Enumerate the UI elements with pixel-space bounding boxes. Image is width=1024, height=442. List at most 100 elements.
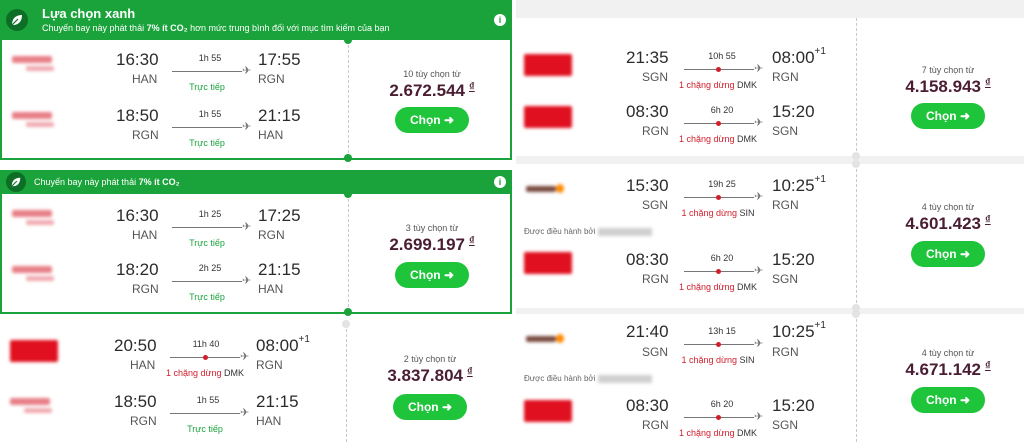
select-button-label: Chọn <box>409 268 441 282</box>
arrival-time: 17:25 <box>258 206 301 225</box>
arrival-time: 10:25+1 <box>772 320 826 342</box>
flight-card: 15:30 SGN 19h 25 ✈ 1 chặng dừng SIN 10:2… <box>516 160 1024 312</box>
select-button-label: Chọn <box>407 400 439 414</box>
options-count: 3 tùy chọn từ <box>405 223 459 233</box>
stops-info: Trực tiếp <box>189 292 225 302</box>
currency-symbol: ₫ <box>984 214 991 226</box>
stop-airport: SIN <box>739 355 755 365</box>
card-notch <box>852 310 860 318</box>
arrival-airport: SGN <box>772 418 799 432</box>
stops-count: 1 chặng dừng <box>678 80 735 90</box>
operator-name-blurred <box>598 227 653 236</box>
stops-info: 1 chặng dừng DMK <box>668 80 768 90</box>
select-button-label: Chọn <box>925 393 957 407</box>
next-day-marker: +1 <box>814 320 826 331</box>
airline-logo <box>524 400 572 422</box>
stops-info: 1 chặng dừng DMK <box>668 134 768 144</box>
card-divider <box>348 194 349 312</box>
select-button[interactable]: Chọn ➜ <box>911 241 985 267</box>
select-button[interactable]: Chọn ➜ <box>911 387 985 413</box>
price-amount: 4.671.142 <box>905 360 981 379</box>
airline-logo <box>10 396 58 418</box>
airline-logo <box>12 110 60 132</box>
select-button[interactable]: Chọn ➜ <box>395 262 469 288</box>
flight-duration: 2h 25 <box>198 263 222 273</box>
operated-by-note: Được điều hành bởi <box>524 227 653 236</box>
stops-info: 1 chặng dừng DMK <box>668 282 768 292</box>
arrival-time-value: 08:00 <box>772 48 815 67</box>
route-line <box>170 413 240 414</box>
currency-symbol: ₫ <box>466 366 473 378</box>
arrival-time: 08:00+1 <box>256 334 310 356</box>
airline-logo <box>12 264 60 286</box>
price-amount: 2.699.197 <box>389 235 465 254</box>
departure-time: 18:50 <box>116 106 159 125</box>
price-amount: 4.158.943 <box>905 77 981 96</box>
plane-icon: ✈ <box>240 351 250 363</box>
green-choice-banner: Lựa chọn xanh Chuyến bay này phát thải 7… <box>0 0 512 40</box>
card-notch <box>344 190 352 198</box>
departure-time: 16:30 <box>116 206 159 225</box>
info-icon[interactable]: i <box>494 14 506 26</box>
stop-dot <box>203 355 208 360</box>
info-icon[interactable]: i <box>494 176 506 188</box>
departure-airport: RGN <box>132 128 159 142</box>
stops-info: Trực tiếp <box>187 424 223 434</box>
stop-dot <box>716 342 721 347</box>
departure-time: 08:30 <box>626 102 669 121</box>
departure-airport: RGN <box>642 272 669 286</box>
select-button[interactable]: Chọn ➜ <box>911 103 985 129</box>
operated-by-label: Được điều hành bởi <box>524 227 596 236</box>
flight-duration: 10h 55 <box>708 51 736 61</box>
flight-duration: 6h 20 <box>710 399 734 409</box>
flight-card: 21:40 SGN 13h 15 ✈ 1 chặng dừng SIN 10:2… <box>516 310 1024 442</box>
stops-count: 1 chặng dừng <box>678 282 735 292</box>
arrow-right-icon: ➜ <box>443 268 455 282</box>
price: 4.671.142 ₫ <box>883 360 1013 380</box>
green-choice-title: Lựa chọn xanh <box>42 6 136 21</box>
arrival-airport: SGN <box>772 124 799 138</box>
stop-dot <box>716 195 721 200</box>
departure-time: 18:20 <box>116 260 159 279</box>
flight-card: 20:50 HAN 11h 40 ✈ 1 chặng dừng DMK 08:0… <box>0 320 512 442</box>
next-day-marker: +1 <box>298 334 310 345</box>
arrival-time: 21:15 <box>258 260 301 279</box>
select-button[interactable]: Chọn ➜ <box>393 394 467 420</box>
price: 3.837.804 ₫ <box>365 366 495 386</box>
stops-info: 1 chặng dừng SIN <box>668 355 768 365</box>
stop-airport: DMK <box>224 368 245 378</box>
plane-icon: ✈ <box>754 117 764 129</box>
operator-name-blurred <box>598 374 653 383</box>
departure-airport: RGN <box>642 124 669 138</box>
departure-time: 18:50 <box>114 392 157 411</box>
departure-time: 21:35 <box>626 48 669 67</box>
stop-airport: DMK <box>737 134 758 144</box>
operated-by-label: Được điều hành bởi <box>524 374 596 383</box>
select-button-label: Chọn <box>925 109 957 123</box>
card-notch <box>344 308 352 316</box>
stop-airport: DMK <box>737 80 758 90</box>
departure-airport: SGN <box>642 70 669 84</box>
departure-time: 20:50 <box>114 336 157 355</box>
arrival-time-value: 08:00 <box>256 336 299 355</box>
route-line <box>172 71 242 72</box>
arrival-airport: RGN <box>256 358 283 372</box>
plane-icon: ✈ <box>754 411 764 423</box>
emission-note-bold: 7% ít CO₂ <box>138 177 180 187</box>
plane-icon: ✈ <box>242 221 252 233</box>
select-button-label: Chọn <box>409 113 441 127</box>
arrival-airport: HAN <box>256 414 282 428</box>
options-count: 2 tùy chọn từ <box>403 354 457 364</box>
flight-duration: 1h 55 <box>198 53 222 63</box>
arrival-time: 15:20 <box>772 396 815 415</box>
emission-banner: Chuyến bay này phát thải 7% ít CO₂ i <box>0 170 512 194</box>
card-notch <box>342 320 350 328</box>
emission-note: Chuyến bay này phát thải 7% ít CO₂ hơn m… <box>42 23 390 33</box>
departure-airport: HAN <box>130 358 156 372</box>
select-button[interactable]: Chọn ➜ <box>395 107 469 133</box>
stop-dot <box>716 121 721 126</box>
price-amount: 3.837.804 <box>387 366 463 385</box>
arrival-airport: RGN <box>258 228 285 242</box>
arrival-time: 08:00+1 <box>772 46 826 68</box>
departure-airport: RGN <box>130 414 157 428</box>
